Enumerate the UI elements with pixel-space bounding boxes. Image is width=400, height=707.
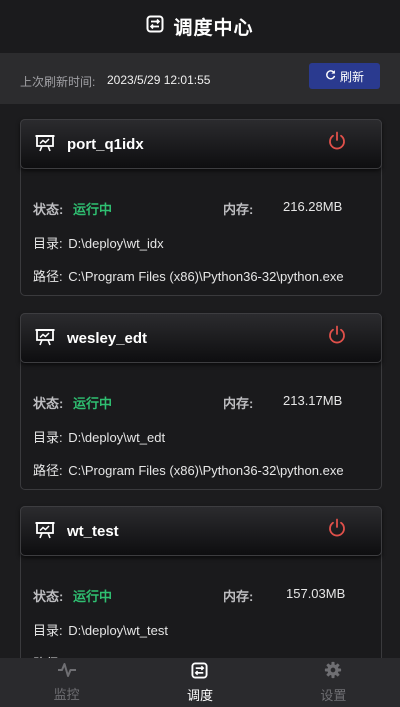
process-name: wesley_edt	[67, 330, 148, 347]
status-value: 运行中	[72, 589, 112, 604]
directory-value: D:\deploy\wt_idx	[68, 236, 164, 251]
directory-value: D:\deploy\wt_edt	[68, 430, 166, 445]
memory-label: 内存:	[223, 589, 254, 604]
process-name: wt_test	[67, 523, 119, 540]
status-label: 状态:	[33, 589, 64, 604]
path-label: 路径:	[33, 463, 63, 478]
process-card-header: port_q1idx	[20, 119, 382, 169]
refresh-icon	[325, 69, 336, 83]
gear-icon	[324, 661, 342, 682]
tab-settings[interactable]: 设置	[267, 658, 400, 707]
last-refresh-label: 上次刷新时间:	[20, 75, 96, 89]
directory-row: 目录: D:\deploy\wt_edt	[33, 427, 165, 446]
directory-row: 目录: D:\deploy\wt_test	[33, 620, 168, 639]
memory-label: 内存:	[223, 202, 254, 217]
path-value: C:\Program Files (x86)\Python36-32\pytho…	[68, 269, 344, 284]
process-card: wt_test 状态: 运行中 内存: 157.03MB 目录: D:\depl…	[20, 506, 382, 658]
path-row: 路径: C:\Program Files (x86)\Python36-32\p…	[33, 266, 344, 285]
memory-value: 216.28MB	[283, 199, 343, 214]
presentation-board-icon	[35, 328, 55, 351]
directory-label: 目录:	[33, 430, 63, 445]
tab-schedule[interactable]: 调度	[133, 658, 266, 707]
tab-settings-label: 设置	[320, 688, 347, 703]
process-name: port_q1idx	[67, 136, 144, 153]
status-value: 运行中	[72, 202, 112, 217]
memory-value: 213.17MB	[283, 393, 343, 408]
process-list: port_q1idx 状态: 运行中 内存: 216.28MB 目录: D:\d…	[0, 104, 400, 658]
schedule-icon	[146, 15, 164, 38]
app-header: 调度中心	[0, 0, 400, 53]
power-icon[interactable]	[327, 131, 347, 156]
memory-label: 内存:	[223, 396, 254, 411]
refresh-button[interactable]: 刷新	[309, 63, 380, 89]
memory-value: 157.03MB	[286, 586, 346, 601]
path-row: 路径: C:\Program Files (x86)\Python36-32\p…	[33, 460, 344, 479]
directory-row: 目录: D:\deploy\wt_idx	[33, 233, 164, 252]
directory-label: 目录:	[33, 623, 63, 638]
presentation-board-icon	[35, 521, 55, 544]
process-card: wesley_edt 状态: 运行中 内存: 213.17MB 目录: D:\d…	[20, 313, 382, 490]
power-icon[interactable]	[327, 325, 347, 350]
schedule-icon	[191, 661, 209, 682]
path-label: 路径:	[33, 269, 63, 284]
tab-monitor[interactable]: 监控	[0, 658, 133, 707]
path-value: C:\Program Files (x86)\Python36-32\pytho…	[68, 463, 344, 478]
status-row: 状态: 运行中	[33, 586, 112, 605]
power-icon[interactable]	[327, 518, 347, 543]
directory-label: 目录:	[33, 236, 63, 251]
status-row: 状态: 运行中	[33, 199, 112, 218]
bottom-tab-bar: 监控 调度 设置	[0, 658, 400, 707]
refresh-button-label: 刷新	[339, 69, 364, 84]
presentation-board-icon	[35, 134, 55, 157]
process-card-header: wesley_edt	[20, 313, 382, 363]
tab-schedule-label: 调度	[186, 687, 213, 703]
status-label: 状态:	[33, 396, 64, 411]
page-title: 调度中心	[173, 18, 254, 39]
status-row: 状态: 运行中	[33, 393, 112, 412]
status-label: 状态:	[33, 202, 64, 217]
process-card: port_q1idx 状态: 运行中 内存: 216.28MB 目录: D:\d…	[20, 119, 382, 296]
status-value: 运行中	[72, 396, 112, 411]
pulse-icon	[57, 662, 77, 681]
process-card-header: wt_test	[20, 506, 382, 556]
directory-value: D:\deploy\wt_test	[68, 623, 168, 638]
last-refresh-time: 2023/5/29 12:01:55	[107, 73, 211, 87]
tab-monitor-label: 监控	[53, 687, 80, 702]
